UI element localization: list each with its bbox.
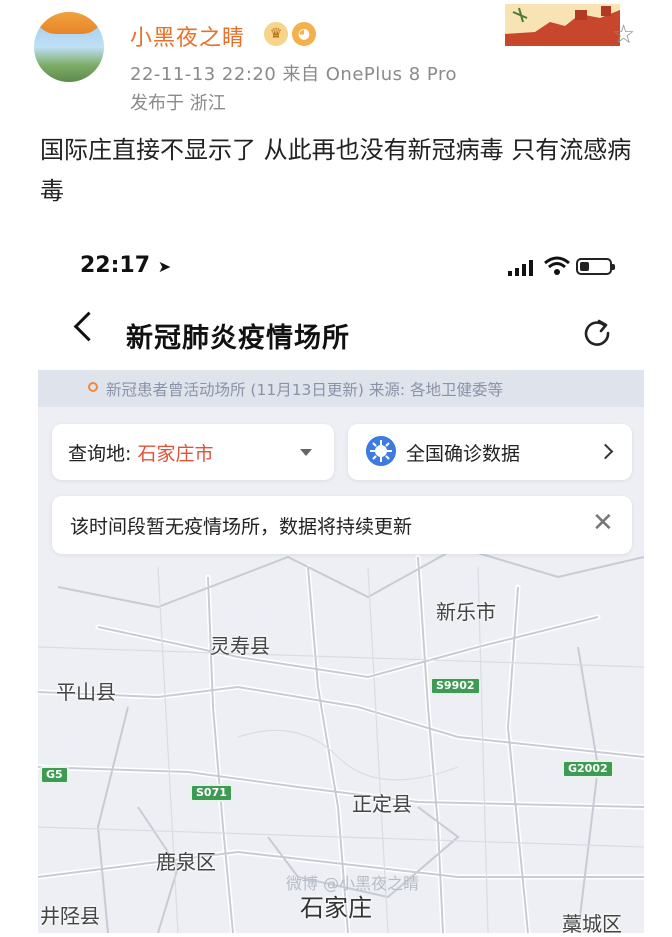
page-title: 新冠肺炎疫情场所 [126, 323, 350, 354]
username[interactable]: 小黑夜之睛 [130, 20, 245, 52]
city-selector[interactable]: 查询地: 石家庄市 [52, 424, 334, 480]
map-label-jingxing: 井陉县 [40, 904, 100, 928]
signal-icon [508, 260, 533, 276]
road-shield-s071: S071 [190, 784, 233, 802]
road-shield-s9902: S9902 [430, 677, 481, 695]
national-data-label: 全国确诊数据 [406, 443, 521, 465]
source-text: 新冠患者曾活动场所 (11月13日更新) 来源: 各地卫健委等 [106, 381, 504, 399]
post-location: 发布于 浙江 [130, 93, 226, 114]
map-view[interactable] [38, 407, 644, 933]
battery-icon [576, 258, 615, 275]
city-selector-label: 查询地: 石家庄市 [68, 443, 214, 465]
favorite-star-icon[interactable]: ☆ [612, 20, 635, 50]
status-bar: 22:17 ➤ [38, 248, 644, 288]
source-info-bar: 新冠患者曾活动场所 (11月13日更新) 来源: 各地卫健委等 [38, 370, 644, 407]
avatar[interactable] [34, 12, 104, 82]
map-label-luquan: 鹿泉区 [156, 850, 216, 874]
road-network [38, 545, 644, 933]
city-selector-value: 石家庄市 [137, 443, 214, 465]
great-wall-banner [505, 4, 620, 46]
map-label-zhengding: 正定县 [352, 792, 412, 816]
crown-icon: ♛ [264, 22, 288, 46]
weibo-watermark: 微博 @小黑夜之睛 [286, 874, 420, 893]
caret-down-icon [300, 449, 312, 456]
map-label-pingshan: 平山县 [56, 680, 116, 704]
notice-card: 该时间段暂无疫情场所，数据将持续更新 ✕ [52, 496, 632, 554]
map-label-xinle: 新乐市 [436, 600, 496, 624]
post-text: 国际庄直接不显示了 从此再也没有新冠病毒 只有流感病毒 [40, 136, 632, 205]
dot-icon [88, 382, 98, 392]
back-arrow-icon[interactable] [73, 311, 104, 342]
chevron-right-icon [597, 443, 614, 460]
road-shield-g5: G5 [40, 766, 69, 784]
fish-icon: ◕ [292, 22, 316, 46]
notice-text: 该时间段暂无疫情场所，数据将持续更新 [70, 516, 413, 538]
tiger-frame-icon [34, 12, 104, 34]
close-icon[interactable]: ✕ [592, 508, 614, 538]
status-time: 22:17 ➤ [80, 253, 172, 278]
post-timestamp-source: 22-11-13 22:20 来自 OnePlus 8 Pro [130, 64, 457, 85]
share-refresh-icon[interactable] [583, 318, 611, 346]
wifi-icon [544, 256, 570, 275]
app-nav-bar: 新冠肺炎疫情场所 [38, 300, 644, 368]
road-shield-g2002: G2002 [562, 760, 614, 778]
virus-icon [366, 436, 396, 466]
map-label-lingshou: 灵寿县 [210, 634, 270, 658]
national-data-button[interactable]: 全国确诊数据 [348, 424, 632, 480]
